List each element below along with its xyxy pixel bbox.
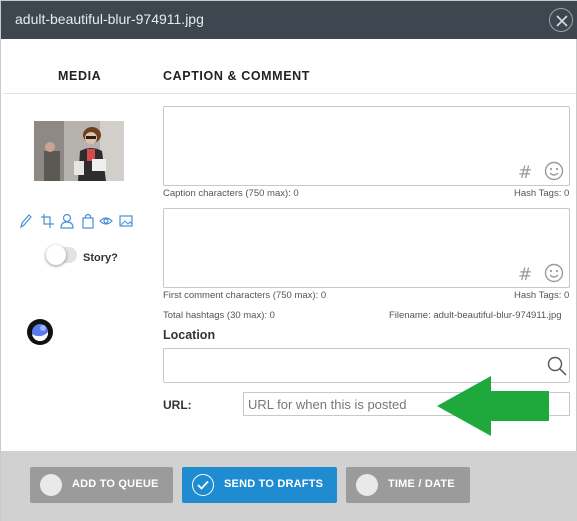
url-label: URL: [163, 398, 192, 412]
replace-image-button[interactable] [119, 213, 133, 229]
bag-icon [82, 213, 94, 229]
radio-icon [40, 474, 62, 496]
action-footer: ADD TO QUEUE SEND TO DRAFTS TIME / DATE [1, 451, 577, 521]
crop-icon [41, 214, 54, 228]
add-to-queue-label: ADD TO QUEUE [72, 478, 159, 490]
edit-button[interactable] [19, 213, 33, 229]
location-label: Location [163, 328, 216, 342]
close-icon [556, 15, 568, 27]
radio-icon [356, 474, 378, 496]
post-editor-modal: adult-beautiful-blur-974911.jpg MEDIA CA… [0, 0, 577, 521]
check-icon [192, 474, 214, 496]
hashtag-icon[interactable]: # [518, 163, 532, 183]
close-button[interactable] [549, 8, 573, 32]
tag-people-button[interactable] [60, 213, 74, 229]
send-to-drafts-button[interactable]: SEND TO DRAFTS [182, 467, 337, 503]
toggle-knob [46, 245, 66, 265]
time-date-button[interactable]: TIME / DATE [346, 467, 470, 503]
title-bar: adult-beautiful-blur-974911.jpg [1, 1, 577, 39]
pencil-icon [20, 214, 32, 229]
add-to-queue-button[interactable]: ADD TO QUEUE [30, 467, 173, 503]
comment-char-counter: First comment characters (750 max): 0 [163, 290, 327, 301]
annotation-arrow-icon [437, 376, 549, 436]
caption-char-counter: Caption characters (750 max): 0 [163, 188, 299, 199]
filename-label: Filename: adult-beautiful-blur-974911.jp… [389, 310, 562, 321]
media-tools [19, 213, 135, 231]
person-icon [60, 213, 74, 229]
eye-icon [99, 217, 113, 225]
story-toggle[interactable] [46, 245, 77, 265]
photo-image [34, 121, 124, 181]
window-title: adult-beautiful-blur-974911.jpg [15, 11, 204, 27]
header-divider [3, 93, 576, 94]
story-label: Story? [83, 252, 118, 264]
caption-textarea[interactable]: # [163, 106, 570, 186]
emoji-icon[interactable] [544, 263, 564, 283]
total-hashtags: Total hashtags (30 max): 0 [163, 310, 275, 321]
comment-hashtag-counter: Hash Tags: 0 [514, 290, 570, 301]
image-icon [119, 215, 133, 227]
time-date-label: TIME / DATE [388, 478, 455, 490]
crop-button[interactable] [40, 213, 54, 229]
media-thumbnail[interactable] [34, 121, 124, 181]
hashtag-icon[interactable]: # [518, 265, 532, 285]
emoji-icon[interactable] [544, 161, 564, 181]
shopping-tag-button[interactable] [81, 213, 95, 229]
first-comment-textarea[interactable]: # [163, 208, 570, 288]
caption-heading: CAPTION & COMMENT [163, 69, 310, 83]
preview-button[interactable] [99, 213, 113, 229]
media-heading: MEDIA [58, 69, 102, 83]
logo-icon [27, 319, 53, 345]
send-to-drafts-label: SEND TO DRAFTS [224, 478, 324, 490]
search-icon[interactable] [547, 356, 567, 376]
caption-hashtag-counter: Hash Tags: 0 [514, 188, 570, 199]
brand-logo [26, 318, 54, 346]
